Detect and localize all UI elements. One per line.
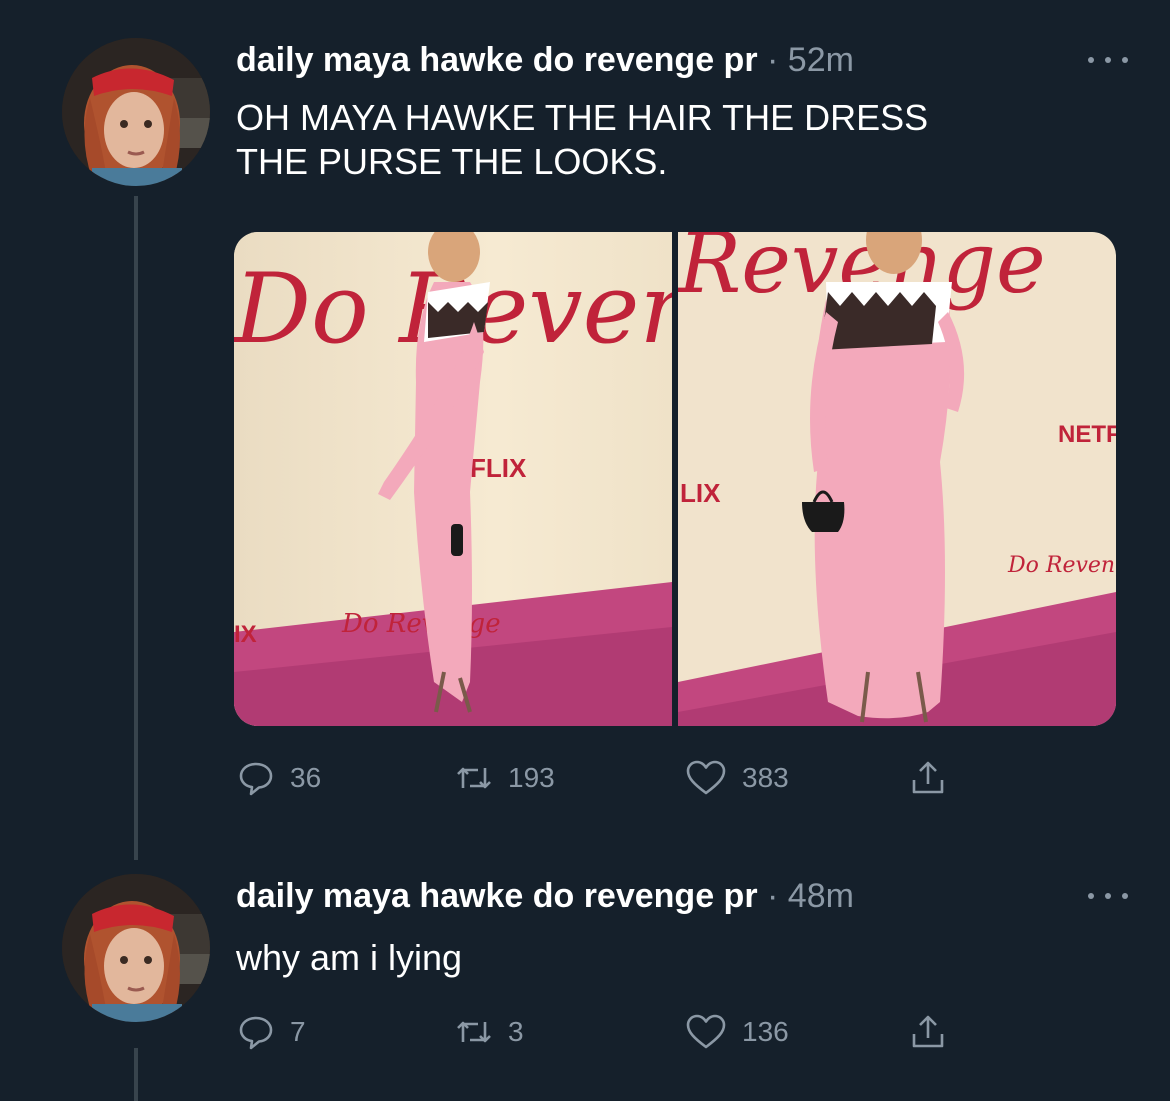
tweet-header: daily maya hawke do revenge pr · 52m (236, 40, 854, 80)
reply-button[interactable]: 7 (236, 1010, 306, 1054)
separator: · (767, 877, 779, 915)
photo-image: Revenge LIX NETF Do Revenge (678, 232, 1116, 726)
display-name[interactable]: daily maya hawke do revenge pr (236, 877, 758, 915)
timestamp[interactable]: 48m (788, 877, 854, 915)
tweet-text: why am i lying (236, 936, 462, 980)
heart-icon (686, 760, 726, 795)
tweet-text-line: OH MAYA HAWKE THE HAIR THE DRESS (236, 97, 929, 138)
speech-bubble-icon (239, 762, 273, 796)
tweet[interactable]: daily maya hawke do revenge pr · 52m OH … (0, 0, 1170, 850)
tweet-actions: 36 193 383 (236, 756, 976, 800)
photo-image: Do Revenge FLIX IX Do Revenge (234, 232, 672, 726)
retweet-button[interactable]: 193 (454, 756, 555, 800)
retweet-button[interactable]: 3 (454, 1010, 524, 1054)
like-button[interactable]: 383 (684, 756, 789, 800)
display-name[interactable]: daily maya hawke do revenge pr (236, 41, 758, 79)
avatar[interactable] (62, 38, 210, 186)
tweet-actions: 7 3 136 (236, 1010, 976, 1054)
backdrop-brand: LIX (680, 478, 721, 508)
like-button[interactable]: 136 (684, 1010, 789, 1054)
share-upload-icon (912, 1015, 944, 1048)
tweet-text-line: why am i lying (236, 937, 463, 978)
share-button[interactable] (908, 756, 948, 800)
backdrop-brand: FLIX (470, 453, 527, 483)
share-upload-icon (912, 761, 944, 794)
tweet-text-line: THE PURSE THE LOOKS. (236, 141, 668, 182)
more-dots-icon[interactable] (1088, 50, 1128, 70)
more-dots-icon[interactable] (1088, 886, 1128, 906)
backdrop-script: Do Revenge (341, 609, 501, 639)
like-count: 136 (742, 1016, 789, 1047)
reply-button[interactable]: 36 (236, 756, 321, 800)
tweet-header: daily maya hawke do revenge pr · 48m (236, 876, 854, 916)
retweet-count: 3 (508, 1016, 524, 1047)
tweet-text: OH MAYA HAWKE THE HAIR THE DRESS THE PUR… (236, 96, 928, 184)
heart-icon (686, 1014, 726, 1049)
retweet-arrows-icon (457, 1021, 491, 1043)
media-photo-2[interactable]: Revenge LIX NETF Do Revenge (678, 232, 1116, 726)
backdrop-brand-2: IX (234, 621, 257, 648)
media-photo-1[interactable]: Do Revenge FLIX IX Do Revenge (234, 232, 672, 726)
retweet-arrows-icon (457, 767, 491, 789)
like-count: 383 (742, 762, 789, 793)
reply-count: 7 (290, 1016, 306, 1047)
avatar-photo (62, 874, 210, 1022)
share-button[interactable] (908, 1010, 948, 1054)
media-gallery: Do Revenge FLIX IX Do Revenge Revenge (234, 232, 1116, 726)
retweet-count: 193 (508, 762, 555, 793)
timestamp[interactable]: 52m (788, 41, 854, 79)
reply-count: 36 (290, 762, 322, 793)
separator: · (767, 41, 779, 79)
avatar-photo (62, 38, 210, 186)
backdrop-brand-2: NETF (1058, 421, 1116, 448)
speech-bubble-icon (239, 1016, 273, 1050)
tweet[interactable]: daily maya hawke do revenge pr · 48m why… (0, 850, 1170, 1101)
avatar[interactable] (62, 874, 210, 1022)
backdrop-script: Do Revenge (1007, 553, 1116, 578)
